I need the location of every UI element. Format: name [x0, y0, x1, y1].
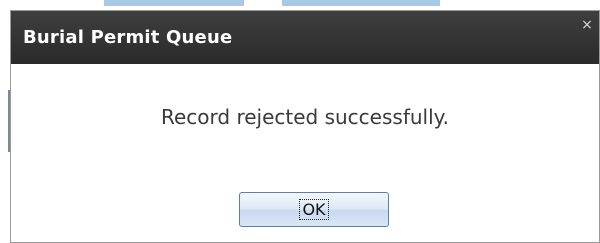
dialog-title: Burial Permit Queue [23, 27, 233, 48]
close-icon[interactable]: × [581, 18, 593, 32]
ok-button-label: OK [299, 199, 329, 220]
dialog-titlebar[interactable]: Burial Permit Queue × [11, 11, 599, 64]
background-tab [282, 0, 440, 6]
screen: Burial Permit Queue × Record rejected su… [0, 0, 600, 243]
message-dialog: Burial Permit Queue × Record rejected su… [10, 10, 600, 243]
background-tab [104, 0, 244, 6]
dialog-message: Record rejected successfully. [160, 105, 449, 129]
ok-button[interactable]: OK [239, 192, 389, 227]
